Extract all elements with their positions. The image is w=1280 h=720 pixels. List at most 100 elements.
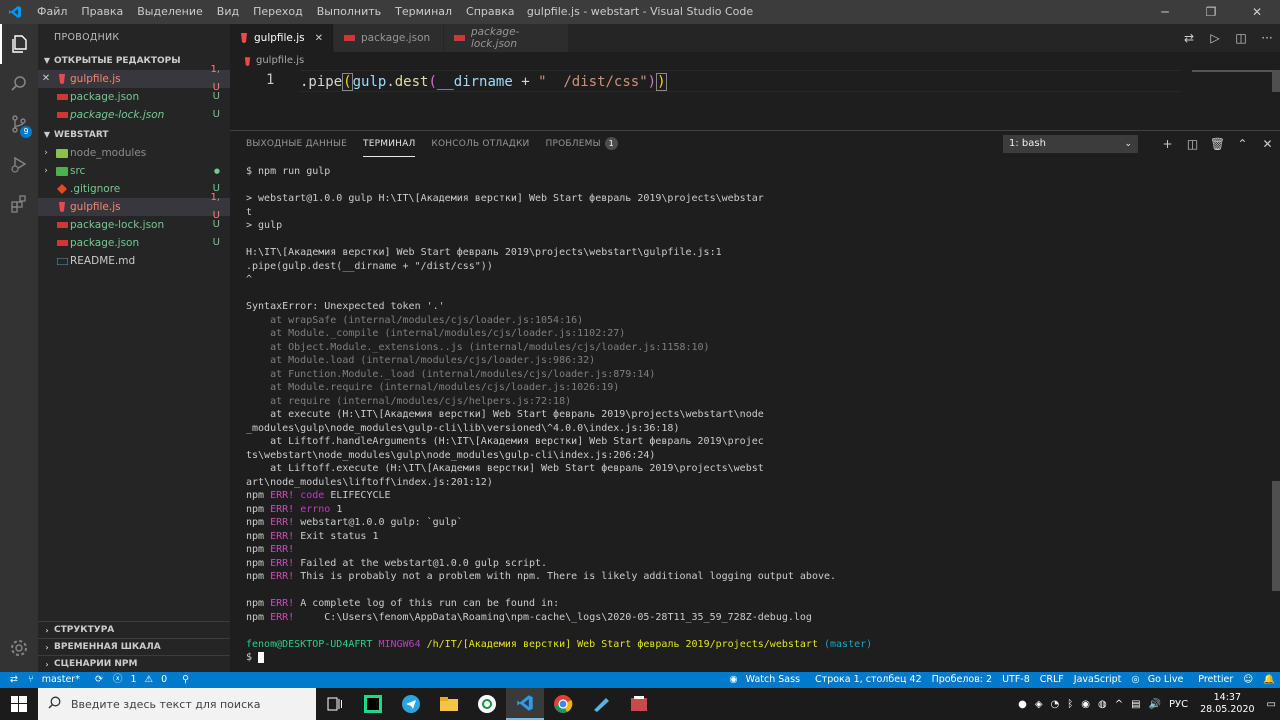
code-line[interactable]: .pipe(gulp.dest(__dirname + " /dist/css"… (300, 70, 1180, 92)
restore-icon[interactable]: ❐ (1188, 0, 1234, 24)
app-circle-icon[interactable] (468, 688, 506, 720)
search-icon[interactable] (0, 64, 38, 104)
open-editor-package-json[interactable]: package.json U (38, 88, 230, 106)
terminal-output[interactable]: $ npm run gulp > webstart@1.0.0 gulp H:\I… (246, 165, 872, 665)
watch-sass-button[interactable]: ◉ Watch Sass (724, 672, 810, 688)
terminal-line: art\node_modules\liftoff\index.js:201:12… (246, 476, 493, 488)
terminal-line: at Module.load (internal/modules/cjs/loa… (246, 355, 596, 366)
tree-item-package-lock[interactable]: package-lock.json U (38, 216, 230, 234)
cursor-position[interactable]: Строка 1, столбец 42 (810, 672, 927, 688)
timeline-header[interactable]: › ВРЕМЕННАЯ ШКАЛА (38, 638, 230, 655)
close-panel-icon[interactable]: ✕ (1255, 137, 1280, 151)
task-view-icon[interactable] (316, 688, 354, 720)
language-indicator[interactable]: РУС (1165, 699, 1192, 710)
encoding[interactable]: UTF-8 (997, 672, 1035, 688)
remote-icon[interactable]: ⇄ (0, 672, 23, 688)
close-window-icon[interactable]: ✕ (1234, 0, 1280, 24)
maximize-panel-icon[interactable]: ⌃ (1230, 137, 1255, 151)
explorer-icon[interactable] (0, 24, 38, 64)
tab-problems[interactable]: ПРОБЛЕМЫ 1 (546, 131, 618, 157)
source-control-icon[interactable]: 9 (0, 104, 38, 144)
sync-icon[interactable]: ⟳ (90, 672, 108, 688)
menu-help[interactable]: Справка (459, 0, 521, 24)
menu-go[interactable]: Переход (246, 0, 310, 24)
outline-header[interactable]: › СТРУКТУРА (38, 621, 230, 638)
prettier-button[interactable]: Prettier (1193, 672, 1238, 688)
open-editor-gulpfile[interactable]: ✕ gulpfile.js 1, U (38, 64, 230, 93)
tray-app-icon[interactable]: ◈ (1031, 699, 1047, 710)
tree-item-node-modules[interactable]: › node_modules (38, 144, 230, 162)
trash-icon[interactable]: 🗑 (1205, 137, 1230, 151)
taskbar-clock[interactable]: 14:37 28.05.2020 (1192, 692, 1262, 716)
breadcrumb[interactable]: gulpfile.js (230, 52, 304, 70)
show-hidden-icons[interactable]: ^ (1111, 699, 1127, 710)
run-icon[interactable]: ▷ (1202, 31, 1228, 45)
tray-app-icon[interactable]: ◔ (1047, 699, 1064, 710)
menu-selection[interactable]: Выделение (130, 0, 210, 24)
menu-edit[interactable]: Правка (74, 0, 130, 24)
menu-run[interactable]: Выполнить (310, 0, 388, 24)
tab-package-json[interactable]: package.json (334, 24, 445, 52)
menu-terminal[interactable]: Терминал (388, 0, 459, 24)
action-center-icon[interactable]: ▭ (1263, 699, 1280, 710)
tab-gulpfile[interactable]: gulpfile.js ✕ (230, 24, 335, 52)
minimap[interactable] (1192, 70, 1272, 72)
code-editor[interactable]: 1 .pipe(gulp.dest(__dirname + " /dist/cs… (230, 70, 1280, 130)
go-live-button[interactable]: ◎ Go Live (1126, 672, 1193, 688)
tab-output[interactable]: ВЫХОДНЫЕ ДАННЫЕ (246, 131, 347, 157)
volume-icon[interactable]: 🔊 (1145, 699, 1165, 710)
tree-item-readme[interactable]: README.md (38, 252, 230, 270)
split-editor-icon[interactable]: ◫ (1228, 31, 1254, 45)
notes-app-icon[interactable] (582, 688, 620, 720)
bluetooth-icon[interactable]: ᛒ (1063, 699, 1077, 710)
chevron-down-icon: ⌄ (1124, 139, 1132, 149)
close-icon[interactable]: ✕ (315, 33, 323, 44)
terminal-prompt[interactable]: $ (246, 651, 872, 665)
tray-app-icon[interactable]: ◍ (1094, 699, 1111, 710)
tray-app-red-icon[interactable]: ● (1014, 699, 1031, 710)
run-debug-icon[interactable] (0, 144, 38, 184)
telegram-app-icon[interactable] (392, 688, 430, 720)
more-actions-icon[interactable]: ··· (1254, 31, 1280, 45)
menu-view[interactable]: Вид (210, 0, 246, 24)
settings-gear-icon[interactable] (0, 628, 38, 668)
photos-app-icon[interactable] (620, 688, 658, 720)
menu-file[interactable]: Файл (30, 0, 74, 24)
tray-app-icon[interactable]: ◉ (1077, 699, 1094, 710)
editor-scrollbar[interactable] (1272, 70, 1280, 92)
terminal-select[interactable]: 1: bash ⌄ (1003, 135, 1138, 153)
split-terminal-icon[interactable]: ◫ (1180, 137, 1205, 151)
project-header[interactable]: ▼ WEBSTART (38, 126, 230, 144)
minimize-icon[interactable]: ─ (1142, 0, 1188, 24)
branch-indicator[interactable]: ⑂ master* (23, 672, 90, 688)
problems-indicator[interactable]: ⓧ 1 ⚠ 0 (108, 672, 177, 688)
taskbar-search[interactable]: Введите здесь текст для поиска (38, 688, 316, 720)
vscode-app-icon[interactable] (506, 688, 544, 720)
language-mode[interactable]: JavaScript (1069, 672, 1127, 688)
line-ending[interactable]: CRLF (1035, 672, 1069, 688)
tree-item-package-json[interactable]: package.json U (38, 234, 230, 252)
notifications-icon[interactable]: 🔔 (1258, 672, 1280, 688)
indentation[interactable]: Пробелов: 2 (927, 672, 997, 688)
tab-package-lock[interactable]: package-lock.json (444, 24, 570, 52)
chrome-app-icon[interactable] (544, 688, 582, 720)
live-share-icon[interactable]: ⚲ (177, 672, 194, 688)
tab-terminal[interactable]: ТЕРМИНАЛ (363, 131, 416, 157)
vscode-logo-icon[interactable] (0, 0, 30, 24)
tree-item-src[interactable]: › src ● (38, 162, 230, 180)
open-editor-package-lock[interactable]: package-lock.json U (38, 106, 230, 124)
tab-debug-console[interactable]: КОНСОЛЬ ОТЛАДКИ (431, 131, 529, 157)
npm-scripts-header[interactable]: › СЦЕНАРИИ NPM (38, 655, 230, 672)
webstorm-app-icon[interactable] (354, 688, 392, 720)
network-icon[interactable]: ▤ (1127, 699, 1144, 710)
terminal-scrollbar[interactable] (1272, 481, 1280, 591)
file-explorer-icon[interactable] (430, 688, 468, 720)
open-changes-icon[interactable]: ⇄ (1176, 31, 1202, 45)
npm-file-icon (54, 222, 70, 228)
extensions-icon[interactable] (0, 184, 38, 224)
windows-start-icon[interactable] (0, 688, 38, 720)
new-terminal-icon[interactable]: + (1155, 137, 1180, 151)
feedback-icon[interactable]: ☺ (1238, 672, 1258, 688)
tree-item-gulpfile[interactable]: gulpfile.js 1, U (38, 192, 230, 221)
close-icon[interactable]: ✕ (38, 70, 54, 88)
